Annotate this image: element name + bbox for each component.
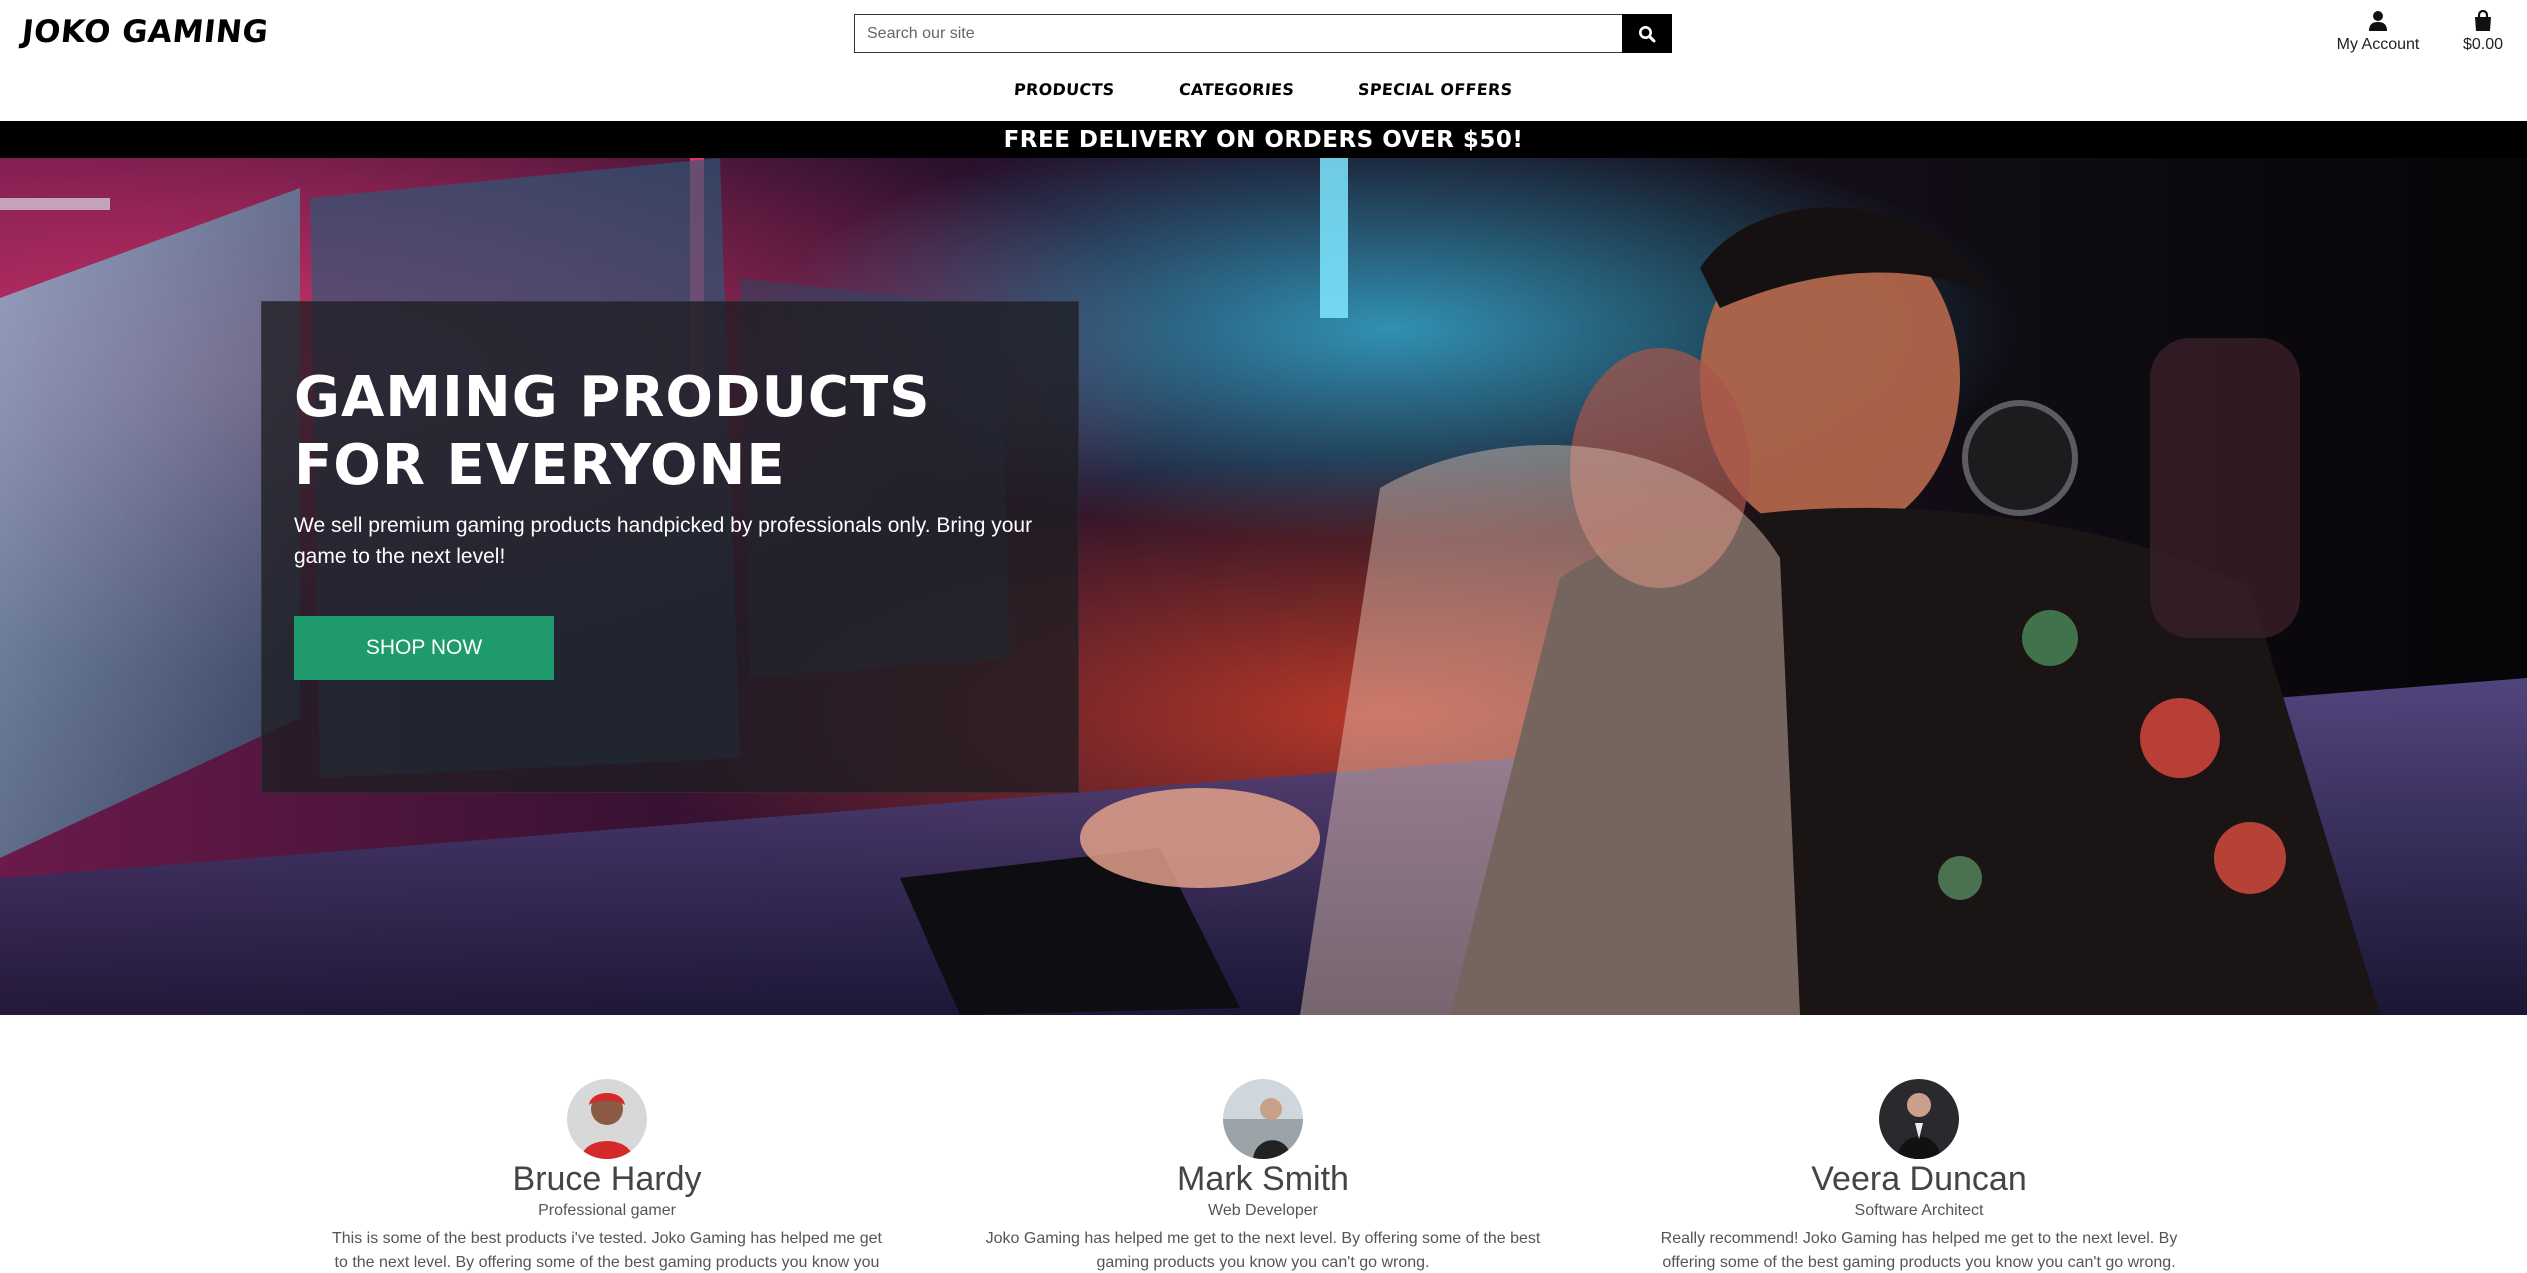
delivery-banner-text: FREE DELIVERY ON ORDERS OVER $50! [1003,126,1524,153]
testimonial-quote: Really recommend! Joko Gaming has helped… [1660,1230,2178,1271]
main-nav: PRODUCTS CATEGORIES SPECIAL OFFERS [0,80,2527,99]
nav-item-categories[interactable]: CATEGORIES [1178,80,1295,99]
testimonial-name: Veera Duncan [1811,1160,2027,1198]
testimonial-quote: Joko Gaming has helped me get to the nex… [985,1230,1541,1271]
search-button[interactable] [1622,14,1672,53]
shop-now-button[interactable]: SHOP NOW [294,616,554,680]
testimonial-name: Bruce Hardy [512,1160,702,1198]
cart-total: $0.00 [2462,36,2504,53]
testimonial-role: Professional gamer [538,1202,676,1219]
testimonial-quote: This is some of the best products i've t… [331,1230,882,1271]
testimonial-card: Veera Duncan Software Architect Really r… [1619,1079,2219,1273]
nav-item-products[interactable]: PRODUCTS [1014,80,1116,99]
site-header: JOKO GAMING My Account $0.00 PRODUCTS CA… [0,0,2527,121]
my-account-link[interactable]: My Account [2332,10,2424,54]
avatar [1223,1079,1303,1159]
nav-item-special-offers[interactable]: SPECIAL OFFERS [1357,80,1513,99]
delivery-banner: FREE DELIVERY ON ORDERS OVER $50! [0,121,2527,158]
search-icon [1639,25,1656,42]
hero-title: GAMING PRODUCTS FOR EVERYONE [294,365,931,498]
testimonials-section: Bruce Hardy Professional gamer This is s… [0,1015,2527,1273]
hero-section: GAMING PRODUCTS FOR EVERYONE We sell pre… [0,158,2527,1015]
shopping-bag-icon [2475,10,2491,31]
avatar [1879,1079,1959,1159]
search-input[interactable] [854,14,1622,53]
testimonial-card: Mark Smith Web Developer Joko Gaming has… [963,1079,1563,1273]
testimonial-role: Web Developer [1208,1202,1318,1219]
testimonial-name: Mark Smith [1177,1160,1349,1198]
user-icon [2369,11,2387,31]
cart-link[interactable]: $0.00 [2455,10,2511,54]
my-account-label: My Account [2336,36,2420,53]
testimonial-role: Software Architect [1854,1202,1984,1219]
search-form [854,14,1672,53]
hero-subtitle: We sell premium gaming products handpick… [294,514,1033,568]
testimonial-card: Bruce Hardy Professional gamer This is s… [307,1079,907,1273]
avatar [567,1079,647,1159]
site-logo[interactable]: JOKO GAMING [20,14,270,50]
hero-card: GAMING PRODUCTS FOR EVERYONE We sell pre… [261,301,1079,793]
